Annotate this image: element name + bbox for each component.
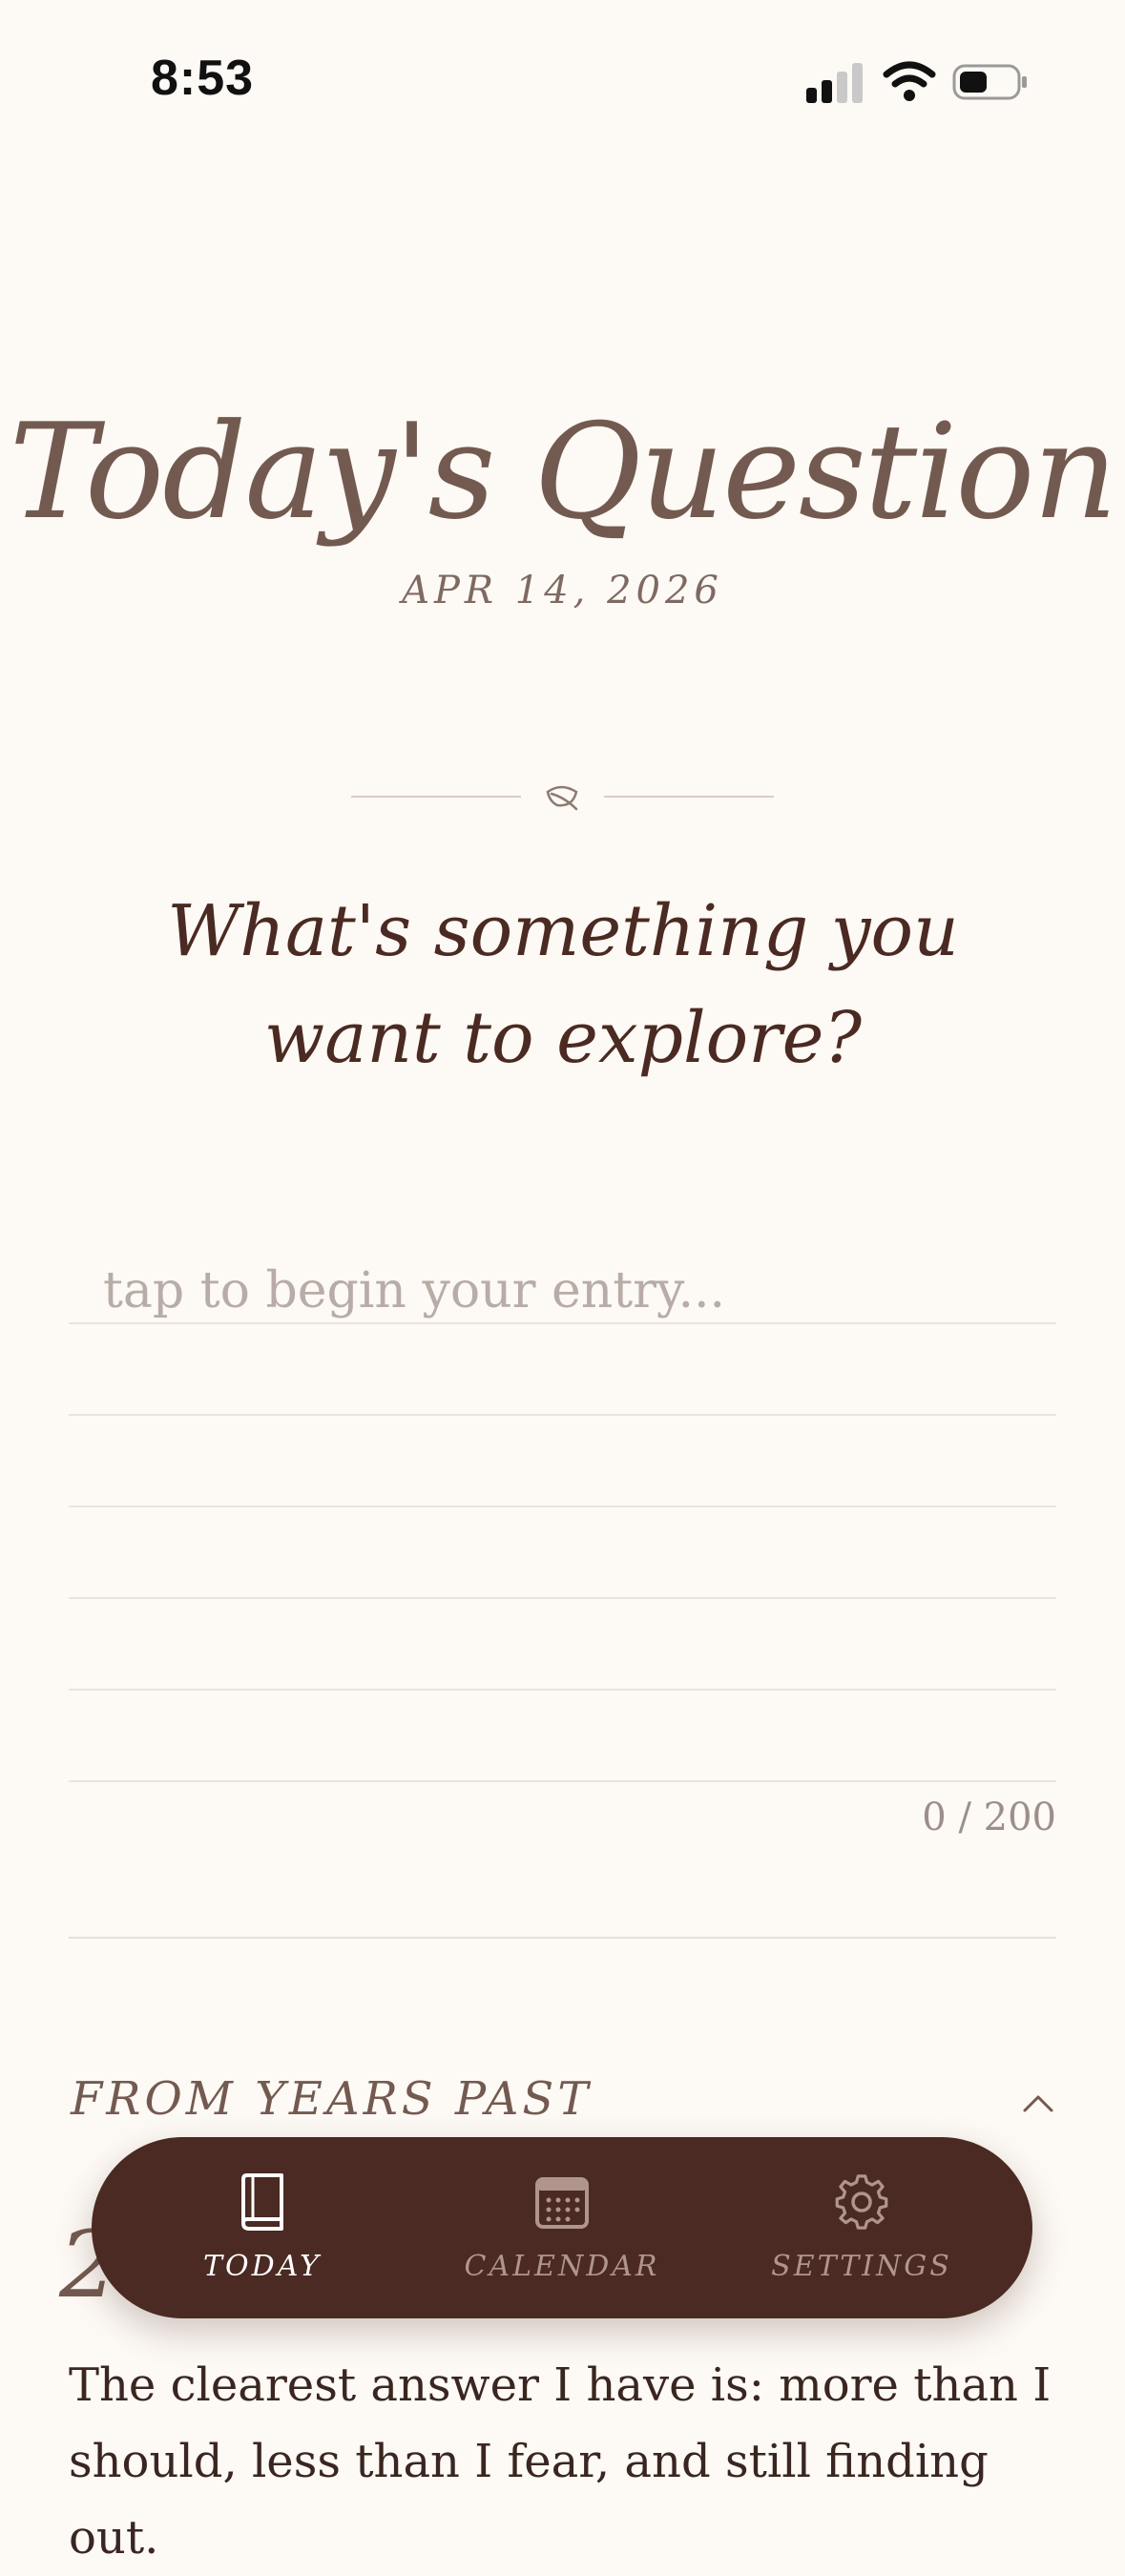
character-count: 0 / 200 — [922, 1796, 1056, 1839]
entry-rule-line — [69, 1506, 1056, 1507]
tab-today-label: TODAY — [203, 2250, 322, 2283]
gear-icon — [835, 2174, 888, 2230]
book-icon — [241, 2173, 283, 2231]
entry-rule-line — [69, 1689, 1056, 1691]
page-date: APR 14, 2026 — [402, 569, 723, 613]
daily-question: What's something you want to explore? — [167, 890, 959, 1079]
tab-settings[interactable]: SETTINGS — [719, 2137, 1005, 2318]
section-separator — [69, 1937, 1056, 1939]
status-bar: 8:53 — [0, 0, 1125, 143]
battery-icon — [952, 64, 1027, 100]
tab-calendar-label: CALENDAR — [464, 2250, 660, 2283]
tab-bar: TODAY CALENDAR SETTINGS — [92, 2137, 1032, 2318]
journal-entry-area[interactable] — [69, 1231, 1056, 1784]
chevron-up-icon[interactable] — [1019, 2089, 1057, 2116]
entry-rule-line — [69, 1597, 1056, 1599]
journal-entry-input[interactable] — [103, 1257, 1038, 1324]
divider-line-right — [604, 796, 774, 798]
tab-calendar[interactable]: CALENDAR — [419, 2137, 705, 2318]
entry-rule-line — [69, 1322, 1056, 1324]
past-entry-text: The clearest answer I have is: more than… — [69, 2358, 1052, 2565]
cellular-signal-icon — [806, 61, 864, 103]
entry-rule-line — [69, 1414, 1056, 1416]
leaf-icon — [546, 785, 578, 811]
entry-rule-line — [69, 1780, 1056, 1782]
page-title: Today's Question — [9, 395, 1118, 549]
from-years-past-heading[interactable]: FROM YEARS PAST — [71, 2072, 592, 2126]
tab-today[interactable]: TODAY — [119, 2137, 406, 2318]
status-time: 8:53 — [151, 51, 255, 106]
calendar-icon — [535, 2177, 589, 2229]
tab-settings-label: SETTINGS — [771, 2250, 952, 2283]
divider-line-left — [351, 796, 521, 798]
wifi-icon — [883, 61, 936, 101]
